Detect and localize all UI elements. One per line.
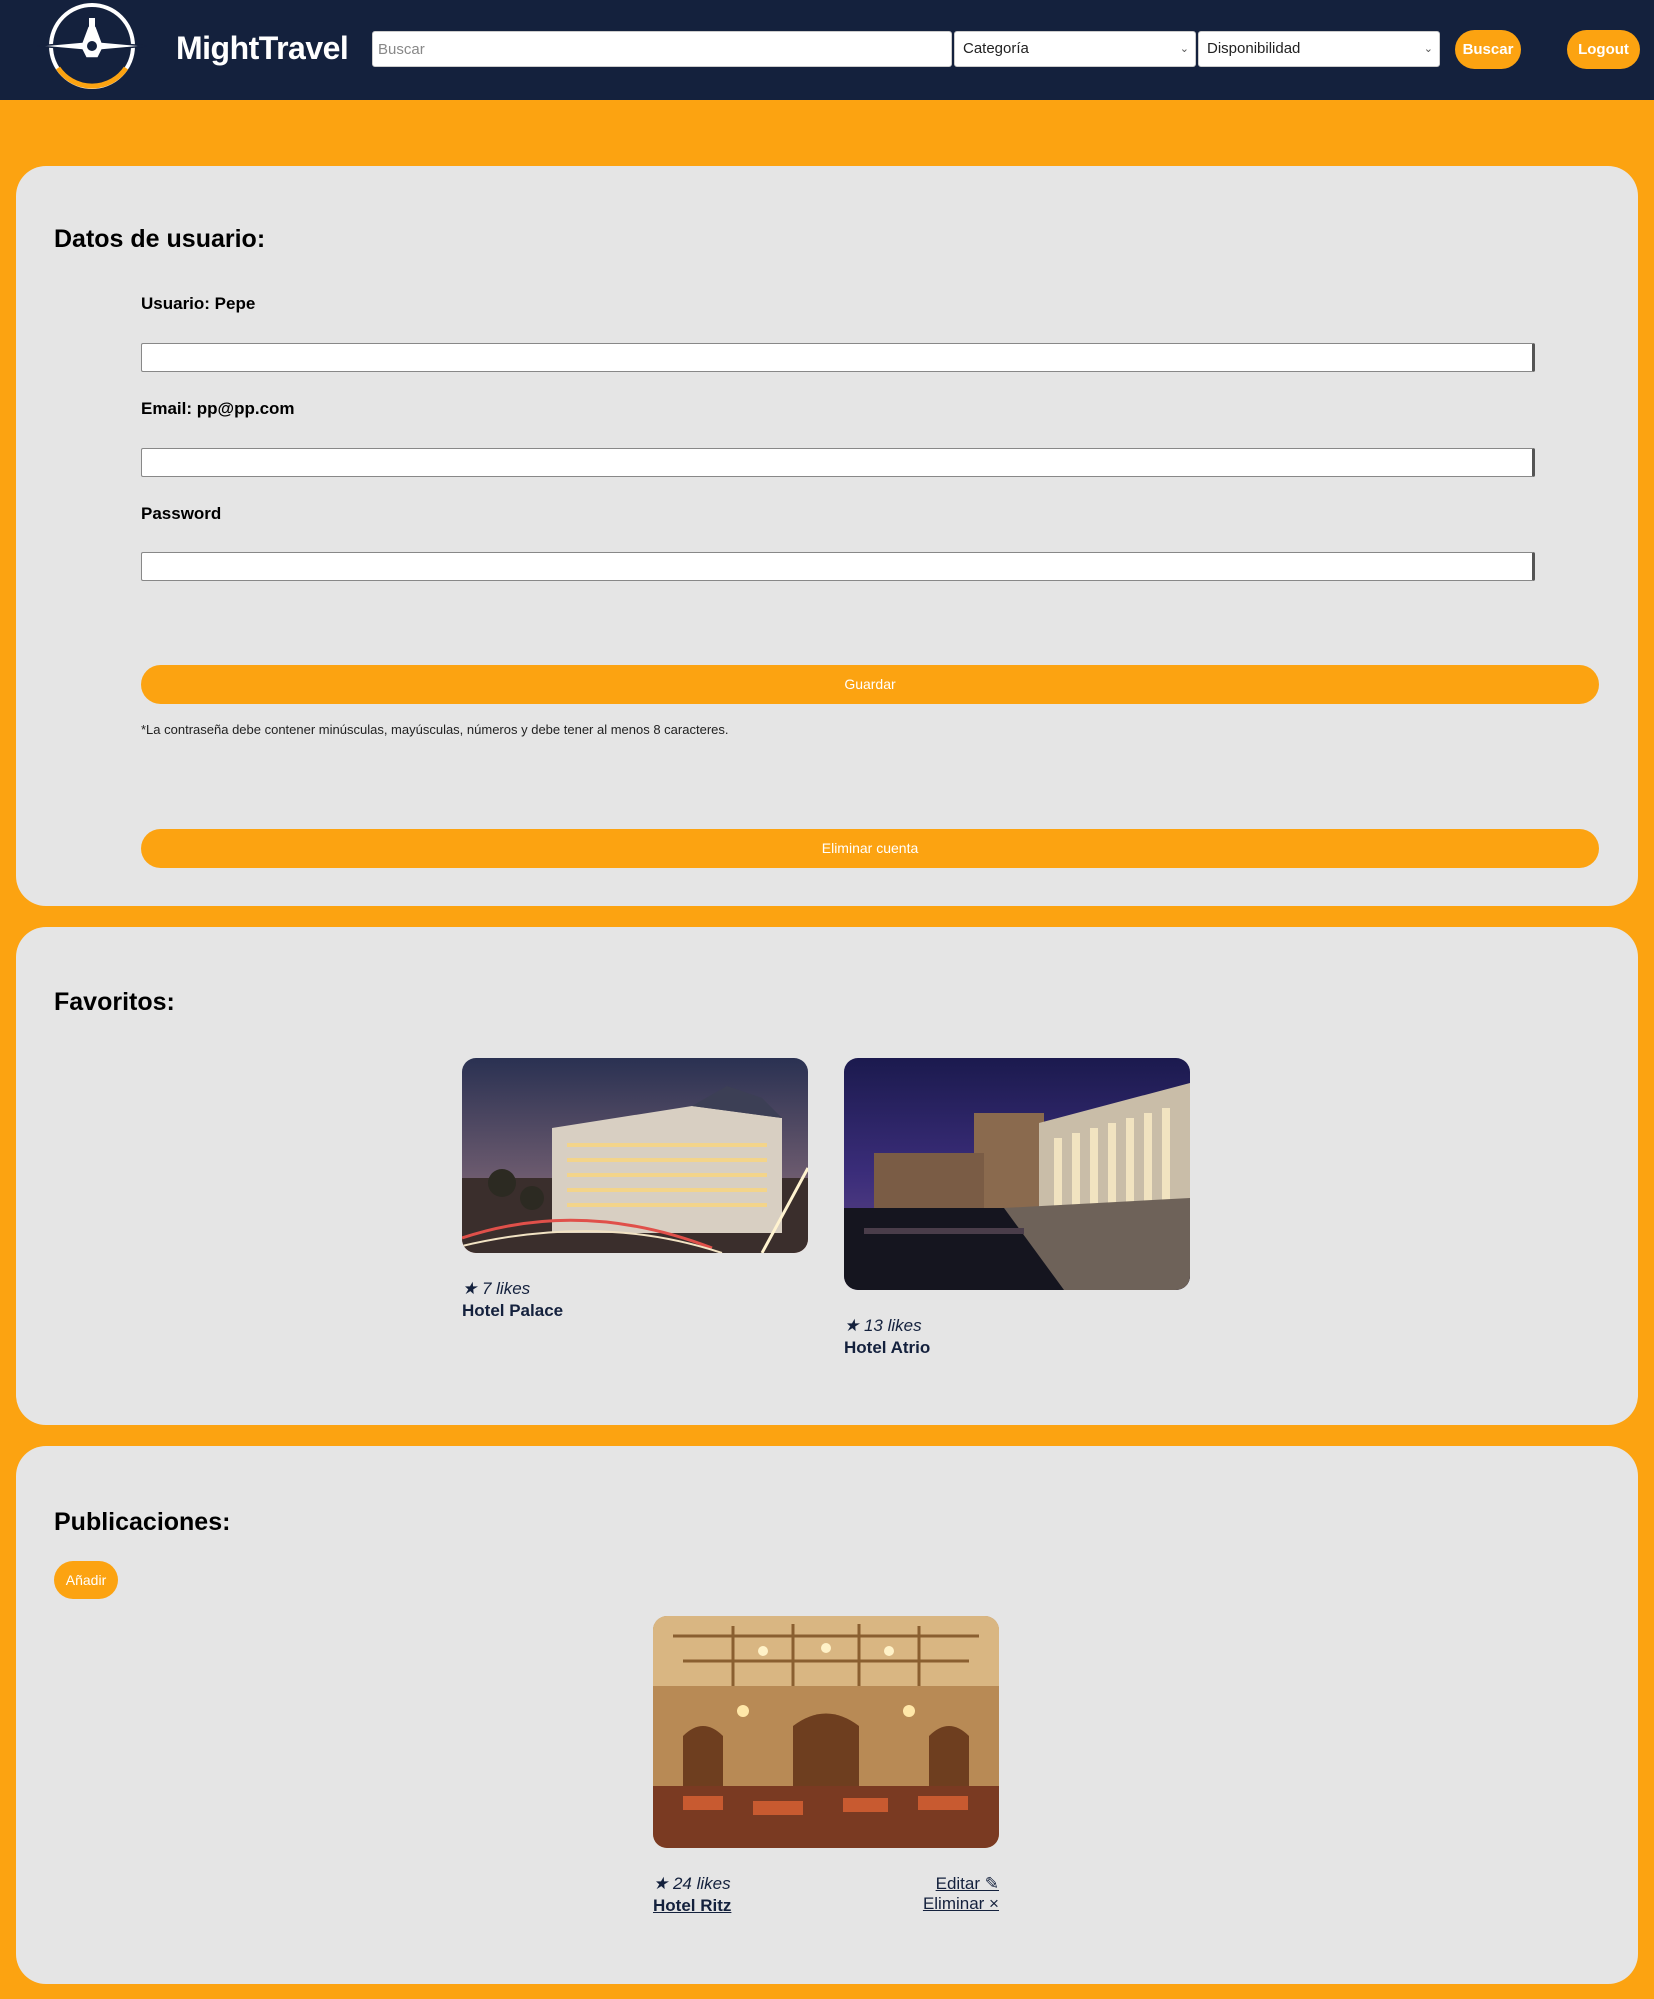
delete-link[interactable]: Eliminar × [923,1894,999,1914]
username-label: Usuario: Pepe [141,294,256,313]
password-label: Password [141,504,222,523]
category-select-value: Categoría [963,40,1029,57]
favorites-title: Favoritos: [54,988,175,1016]
availability-select-value: Disponibilidad [1207,40,1301,57]
hotel-atrio-photo[interactable] [844,1058,1190,1290]
search-input[interactable] [372,31,952,67]
email-input[interactable] [141,448,1535,477]
favorite-card[interactable]: ★ 7 likes Hotel Palace [462,1058,808,1321]
username-input[interactable] [141,343,1535,372]
chevron-down-icon: ⌄ [1423,43,1433,55]
edit-link[interactable]: Editar ✎ [923,1874,999,1894]
user-data-panel: Datos de usuario: Usuario: Pepe Email: p… [16,166,1638,906]
airplane-logo-icon[interactable] [36,0,148,92]
save-button[interactable]: Guardar [141,665,1599,704]
email-label: Email: pp@pp.com [141,399,295,418]
hotel-palace-photo[interactable] [462,1058,808,1253]
publication-actions: Editar ✎ Eliminar × [923,1874,999,1914]
hotel-name[interactable]: Hotel Palace [462,1301,808,1321]
brand-name[interactable]: MightTravel [176,30,349,67]
user-data-title: Datos de usuario: [54,225,266,253]
likes-count: ★ 7 likes [462,1279,531,1298]
search-button[interactable]: Buscar [1455,30,1521,69]
delete-account-button[interactable]: Eliminar cuenta [141,829,1599,868]
hotel-ritz-photo[interactable] [653,1616,999,1848]
add-publication-button[interactable]: Añadir [54,1561,118,1599]
favorite-card[interactable]: ★ 13 likes Hotel Atrio [844,1058,1190,1358]
publications-panel: Publicaciones: Añadir ★ 24 likes Hotel R… [16,1446,1638,1984]
likes-count: ★ 13 likes [844,1316,922,1335]
navbar: MightTravel Categoría ⌄ Disponibilidad ⌄… [0,0,1654,100]
publication-card[interactable]: ★ 24 likes Hotel Ritz Editar ✎ Eliminar … [653,1616,999,1916]
publications-title: Publicaciones: [54,1508,231,1536]
hotel-name[interactable]: Hotel Atrio [844,1338,1190,1358]
favorites-panel: Favoritos: ★ 7 likes Hotel Palace ★ 13 l… [16,927,1638,1425]
password-hint: *La contraseña debe contener minúsculas,… [141,722,729,737]
logout-button[interactable]: Logout [1567,30,1640,69]
chevron-down-icon: ⌄ [1179,43,1189,55]
availability-select[interactable]: Disponibilidad ⌄ [1198,31,1440,67]
category-select[interactable]: Categoría ⌄ [954,31,1196,67]
password-input[interactable] [141,552,1535,581]
